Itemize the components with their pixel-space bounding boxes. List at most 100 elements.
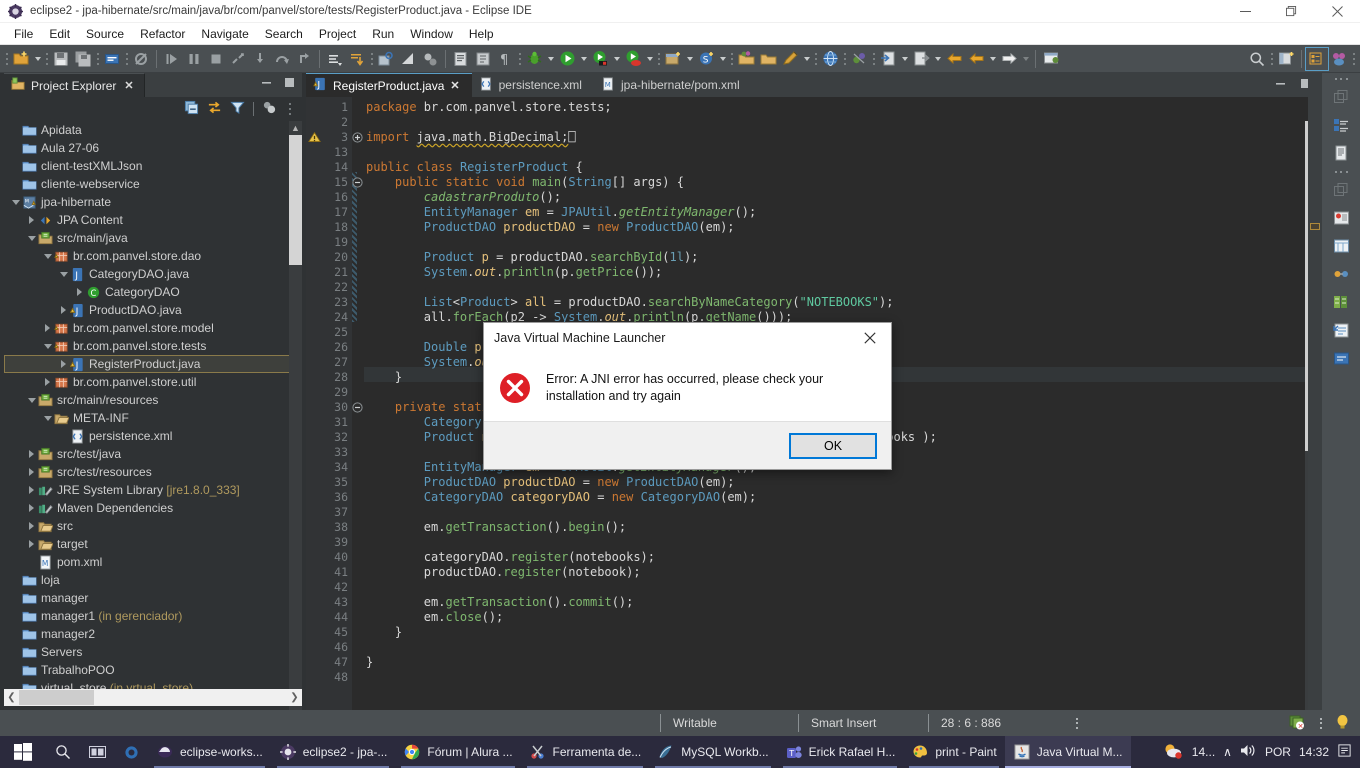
perspective-debug-icon[interactable]: [1328, 48, 1350, 70]
fold-expand-icon[interactable]: [352, 132, 363, 143]
debug-icon[interactable]: [523, 48, 545, 70]
tree-item[interactable]: JPA Content: [4, 211, 302, 229]
snippets-view-icon[interactable]: [1328, 261, 1354, 287]
taskbar-button-eclipse-workspace[interactable]: eclipse-works...: [148, 736, 271, 768]
tree-item[interactable]: br.com.panvel.store.dao: [4, 247, 302, 265]
open-task-icon[interactable]: [450, 48, 472, 70]
project-explorer-strip-icon[interactable]: [1328, 289, 1354, 315]
external-tools-icon[interactable]: [419, 48, 441, 70]
tree-item[interactable]: target: [4, 535, 302, 553]
run-as-server-dropdown-icon[interactable]: [611, 48, 622, 70]
run-as-server-icon[interactable]: [589, 48, 611, 70]
right-strip-handle-1[interactable]: [1331, 75, 1351, 82]
debug-dropdown-icon[interactable]: [545, 48, 556, 70]
new-snippet-icon[interactable]: S: [695, 48, 717, 70]
menu-run[interactable]: Run: [364, 25, 402, 43]
minimize-button[interactable]: [1222, 0, 1268, 23]
collapse-arrow-icon[interactable]: [10, 193, 21, 211]
new-snippet-dropdown-icon[interactable]: [717, 48, 728, 70]
console-view-icon[interactable]: [1328, 345, 1354, 371]
run-icon[interactable]: [556, 48, 578, 70]
expand-arrow-icon[interactable]: [58, 301, 69, 319]
scroll-up-icon[interactable]: ▲: [289, 121, 302, 135]
volume-icon[interactable]: [1240, 743, 1257, 761]
tree-item[interactable]: META-INF: [4, 409, 302, 427]
tree-item[interactable]: TrabalhoPOO: [4, 661, 302, 679]
save-all-icon[interactable]: [72, 48, 94, 70]
tree-item[interactable]: manager2: [4, 625, 302, 643]
tree-item[interactable]: J ProductDAO.java: [4, 301, 302, 319]
collapse-arrow-icon[interactable]: [42, 409, 53, 427]
code-line[interactable]: List<Product> all = productDAO.searchByN…: [366, 295, 894, 310]
taskbar-button-eclipse2[interactable]: eclipse2 - jpa-...: [271, 736, 396, 768]
menu-file[interactable]: File: [6, 25, 41, 43]
tree-item[interactable]: src/main/java: [4, 229, 302, 247]
fold-collapse-icon[interactable]: [352, 177, 363, 188]
step-over-icon[interactable]: [271, 48, 293, 70]
maximize-button[interactable]: [1268, 0, 1314, 23]
minimized-view-marker[interactable]: [1310, 223, 1320, 230]
outline-view-icon[interactable]: [1328, 112, 1354, 138]
code-line[interactable]: System.out.println(p.getPrice());: [366, 265, 662, 280]
tree-item[interactable]: br.com.panvel.store.util: [4, 373, 302, 391]
warning-marker-icon[interactable]: [308, 131, 321, 144]
run-dropdown-icon[interactable]: [578, 48, 589, 70]
new-java-class-icon[interactable]: [101, 48, 123, 70]
import-dropdown-icon[interactable]: [899, 48, 910, 70]
scroll-right-icon[interactable]: ❯: [287, 692, 302, 703]
new-wizard-dropdown-icon[interactable]: [32, 48, 43, 70]
tree-item[interactable]: Apidata: [4, 121, 302, 139]
taskbar-button-mysql-workbench[interactable]: MySQL Workb...: [649, 736, 776, 768]
data-source-explorer-icon[interactable]: [1328, 233, 1354, 259]
collapse-arrow-icon[interactable]: [58, 265, 69, 283]
code-line[interactable]: ProductDAO productDAO = new ProductDAO(e…: [366, 475, 735, 490]
code-line[interactable]: import java.math.BigDecimal;⎕: [366, 130, 576, 145]
export-dropdown-icon[interactable]: [932, 48, 943, 70]
tree-item[interactable]: src/test/java: [4, 445, 302, 463]
tree-scroll-thumb[interactable]: [289, 135, 302, 265]
tree-item[interactable]: C CategoryDAO: [4, 283, 302, 301]
quick-access-search-icon[interactable]: [1246, 48, 1268, 70]
back-dropdown-icon[interactable]: [987, 48, 998, 70]
back-icon[interactable]: [943, 48, 965, 70]
toolbar-handle[interactable]: [3, 50, 10, 68]
tree-item-selected[interactable]: J RegisterProduct.java: [4, 355, 302, 373]
open-web-browser-icon[interactable]: [819, 48, 841, 70]
import-icon[interactable]: [877, 48, 899, 70]
jvm-launcher-error-dialog[interactable]: Java Virtual Machine Launcher Error: A J…: [483, 322, 892, 470]
code-line[interactable]: ProductDAO productDAO = new ProductDAO(e…: [366, 220, 735, 235]
collapse-arrow-icon[interactable]: [42, 337, 53, 355]
search-icon[interactable]: [46, 736, 80, 768]
toggle-mark-occurrences-icon[interactable]: ¶: [494, 48, 516, 70]
servers-view-icon[interactable]: [1328, 205, 1354, 231]
project-tree[interactable]: Apidata Aula 27-06 client-testXMLJson clien…: [4, 121, 302, 768]
weather-cloud-icon[interactable]: [1162, 742, 1184, 763]
next-annotation-icon[interactable]: [324, 48, 346, 70]
code-line[interactable]: cadastrarProduto();: [366, 190, 561, 205]
new-window-icon[interactable]: [1040, 48, 1062, 70]
code-line[interactable]: CategoryDAO categoryDAO = new CategoryDA…: [366, 490, 756, 505]
expand-arrow-icon[interactable]: [26, 445, 37, 463]
tree-item[interactable]: cliente-webservice: [4, 175, 302, 193]
weather-temperature[interactable]: 14...: [1192, 745, 1215, 759]
collapse-arrow-icon[interactable]: [26, 391, 37, 409]
perspective-java-ee-icon[interactable]: [1305, 46, 1329, 71]
tree-item[interactable]: persistence.xml: [4, 427, 302, 445]
new-package-icon[interactable]: [662, 48, 684, 70]
expand-arrow-icon[interactable]: [26, 499, 37, 517]
chevron-up-icon[interactable]: ∧: [1223, 745, 1232, 759]
expand-arrow-icon[interactable]: [26, 463, 37, 481]
tree-item[interactable]: manager: [4, 589, 302, 607]
step-return-icon[interactable]: [293, 48, 315, 70]
suspend-icon[interactable]: [183, 48, 205, 70]
code-line[interactable]: }: [366, 370, 402, 385]
expand-arrow-icon[interactable]: [26, 517, 37, 535]
tab-registerproduct-java[interactable]: J RegisterProduct.java ✕: [306, 73, 472, 97]
code-line[interactable]: }: [366, 625, 402, 640]
notification-icon[interactable]: [1337, 743, 1352, 761]
terminate-icon[interactable]: [205, 48, 227, 70]
tree-vertical-scrollbar[interactable]: ▲ ▼: [289, 121, 302, 755]
code-line[interactable]: public static void main(String[] args) {: [366, 175, 684, 190]
skip-breakpoints-icon[interactable]: [130, 48, 152, 70]
tree-horizontal-scrollbar[interactable]: ❮ ❯: [4, 689, 302, 706]
